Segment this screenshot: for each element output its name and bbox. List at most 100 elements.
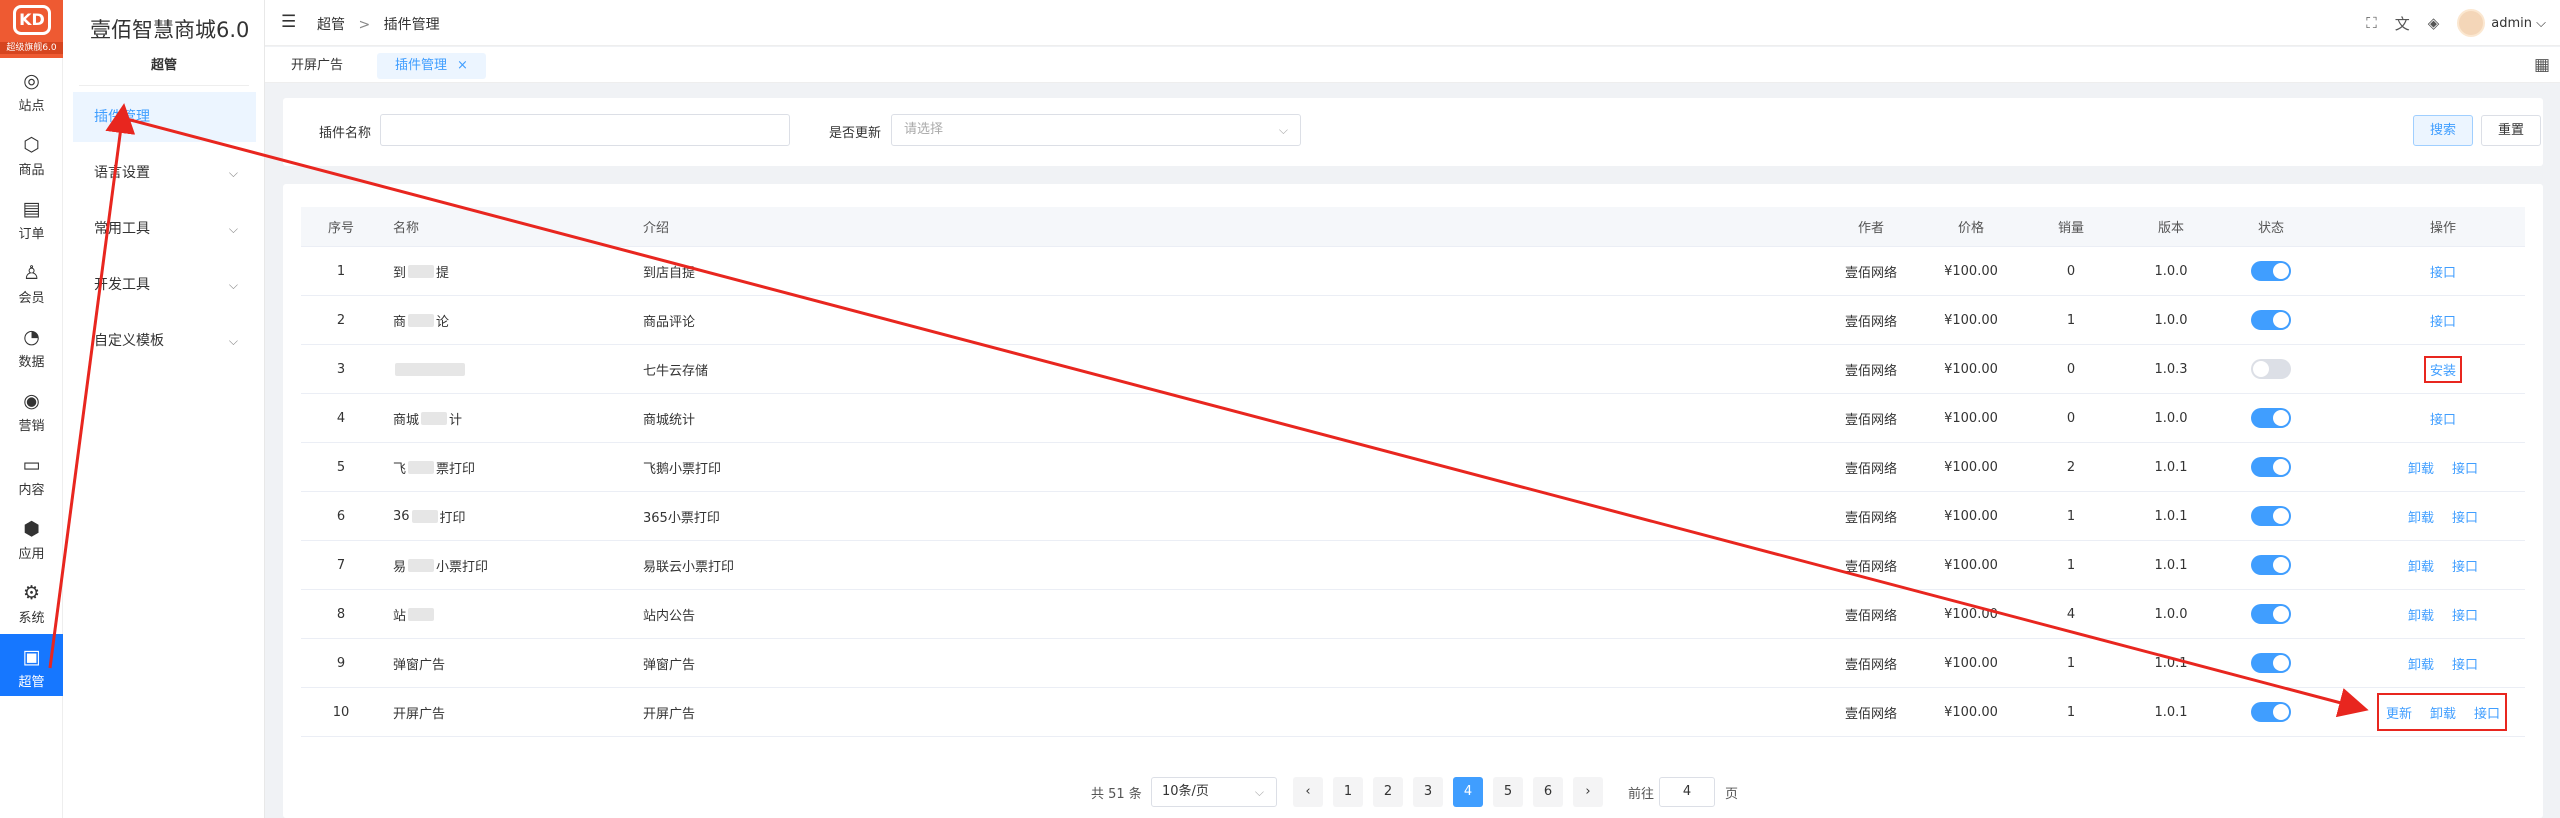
cell-status xyxy=(2221,541,2321,589)
op-link[interactable]: 卸载 xyxy=(2408,654,2434,673)
cube-icon: ⬢ xyxy=(23,518,40,540)
cell-name: 到提 xyxy=(393,247,643,295)
op-link[interactable]: 卸载 xyxy=(2408,458,2434,477)
op-link[interactable]: 卸载 xyxy=(2408,605,2434,624)
op-link[interactable]: 接口 xyxy=(2430,409,2456,428)
col-header-desc: 介绍 xyxy=(643,221,670,236)
rail-item[interactable]: ⬡ 商品 xyxy=(0,122,63,184)
table-row: 2 商论商品评论 壹佰网络 ¥100.00 1 1.0.0 接口 xyxy=(301,296,2525,345)
cell-name: 开屏广告 xyxy=(393,688,643,736)
rail-item[interactable]: ▤ 订单 xyxy=(0,186,63,248)
sidebar-item[interactable]: 插件管理 xyxy=(73,92,256,142)
cell-ops: 接口 xyxy=(2361,394,2525,442)
status-toggle[interactable] xyxy=(2251,653,2291,673)
prev-page-button[interactable]: ‹ xyxy=(1293,777,1323,807)
secondary-sidebar: 壹佰智慧商城6.0 超管 插件管理 语言设置 ⌵ 常用工具 ⌵ 开发工具 ⌵ 自定义模板 ⌵ xyxy=(63,0,265,818)
op-link[interactable]: 卸载 xyxy=(2408,556,2434,575)
status-toggle[interactable] xyxy=(2251,310,2291,330)
page-size-select[interactable]: 10条/页 ⌵ xyxy=(1151,777,1277,807)
breadcrumb-item[interactable]: 超管 xyxy=(317,17,345,33)
tab-bar: 开屏广告 插件管理 × ▦ xyxy=(265,47,2560,83)
rail-item[interactable]: ⚙ 系统 xyxy=(0,570,63,632)
cell-name: 36 打印 xyxy=(393,492,643,540)
op-link[interactable]: 接口 xyxy=(2452,654,2478,673)
fullscreen-icon[interactable]: ⛶ xyxy=(2366,14,2377,32)
page-button[interactable]: 5 xyxy=(1493,777,1523,807)
sidebar-item[interactable]: 语言设置 ⌵ xyxy=(73,148,256,198)
rail-item[interactable]: ◔ 数据 xyxy=(0,314,63,376)
name-text: 到 xyxy=(393,265,407,281)
cell-version: 1.0.1 xyxy=(2154,557,2188,573)
goto-page-input[interactable]: 4 xyxy=(1659,777,1715,807)
clear-cache-icon[interactable]: ◈ xyxy=(2428,14,2440,32)
page-button[interactable]: 3 xyxy=(1413,777,1443,807)
rail-item[interactable]: ▣ 超管 xyxy=(0,634,63,696)
icon-rail: KD 超级旗舰6.0 ◎ 站点 ⬡ 商品 ▤ 订单 ♙ 会员 ◔ 数据 ◉ 营销 ▭ 内容 ⬢ 应用 ⚙ 系统 ▣ 超… xyxy=(0,0,63,818)
status-toggle[interactable] xyxy=(2251,359,2291,379)
status-toggle[interactable] xyxy=(2251,261,2291,281)
cell-author: 壹佰网络 xyxy=(1844,510,1897,526)
op-link[interactable]: 接口 xyxy=(2452,458,2478,477)
rail-item[interactable]: ⬢ 应用 xyxy=(0,506,63,568)
cell-name: 站 xyxy=(393,590,643,638)
op-link[interactable]: 接口 xyxy=(2430,311,2456,330)
avatar[interactable] xyxy=(2457,9,2486,37)
translate-icon[interactable]: 文 xyxy=(2395,13,2410,34)
status-toggle[interactable] xyxy=(2251,457,2291,477)
next-page-button[interactable]: › xyxy=(1573,777,1603,807)
sidebar-item[interactable]: 开发工具 ⌵ xyxy=(73,260,256,310)
user-menu[interactable]: admin ⌵ xyxy=(2491,16,2546,31)
page-button[interactable]: 1 xyxy=(1333,777,1363,807)
rail-item[interactable]: ♙ 会员 xyxy=(0,250,63,312)
op-link[interactable]: 接口 xyxy=(2452,556,2478,575)
close-icon[interactable]: × xyxy=(457,58,468,73)
tab-plugin-management[interactable]: 插件管理 × xyxy=(377,53,486,79)
op-link[interactable]: 卸载 xyxy=(2408,507,2434,526)
rail-item[interactable]: ◎ 站点 xyxy=(0,58,63,120)
status-toggle[interactable] xyxy=(2251,555,2291,575)
cell-status xyxy=(2221,443,2321,491)
page-button[interactable]: 2 xyxy=(1373,777,1403,807)
cell-version: 1.0.1 xyxy=(2154,655,2188,671)
status-toggle[interactable] xyxy=(2251,702,2291,722)
plugin-name-input[interactable] xyxy=(380,114,790,146)
search-button[interactable]: 搜索 xyxy=(2413,115,2474,146)
cell-price: ¥100.00 xyxy=(1944,410,1998,426)
box-icon: ⬡ xyxy=(23,134,40,156)
plugin-table: 序号 名称 介绍 作者 价格 销量 版本 状态 操作 1 到提到店自提 壹佰网络 ¥1… xyxy=(301,207,2525,737)
goto-unit: 页 xyxy=(1725,787,1739,802)
page-button[interactable]: 6 xyxy=(1533,777,1563,807)
status-toggle[interactable] xyxy=(2251,506,2291,526)
grid-icon[interactable]: ▦ xyxy=(2534,55,2550,75)
status-toggle[interactable] xyxy=(2251,408,2291,428)
col-header-version: 版本 xyxy=(2157,221,2184,236)
cell-no: 9 xyxy=(336,655,346,671)
update-filter-select[interactable]: 请选择 ⌵ xyxy=(891,114,1301,146)
page-button[interactable]: 4 xyxy=(1453,777,1483,807)
briefcase-icon: ▣ xyxy=(22,646,41,668)
cell-name: 弹窗广告 xyxy=(393,639,643,687)
rail-item[interactable]: ◉ 营销 xyxy=(0,378,63,440)
menu-toggle-icon[interactable]: ☰ xyxy=(281,12,296,32)
rail-item[interactable]: ▭ 内容 xyxy=(0,442,63,504)
redacted-text xyxy=(411,509,438,523)
table-row: 4 商城 计 商城统计 壹佰网络 ¥100.00 0 1.0.0 接口 xyxy=(301,394,2525,443)
table-row: 6 36 打印 365小票打印 壹佰网络 ¥100.00 1 1.0.1 卸载 接口 xyxy=(301,492,2525,541)
folder-icon: ▭ xyxy=(22,454,41,476)
sidebar-item[interactable]: 自定义模板 ⌵ xyxy=(73,316,256,366)
op-link[interactable]: 接口 xyxy=(2430,262,2456,281)
op-link[interactable]: 接口 xyxy=(2452,507,2478,526)
rail-item-label: 商品 xyxy=(18,163,45,178)
tab-splash-ad[interactable]: 开屏广告 xyxy=(273,53,361,79)
reset-button[interactable]: 重置 xyxy=(2481,115,2542,146)
cell-no: 10 xyxy=(332,704,350,720)
redacted-text xyxy=(395,362,465,376)
app-logo[interactable]: KD 超级旗舰6.0 xyxy=(0,0,63,58)
cell-name: 商论 xyxy=(393,296,643,344)
name-text: 计 xyxy=(449,412,463,428)
user-name: admin xyxy=(2491,15,2532,31)
op-link[interactable]: 安装 xyxy=(2423,355,2462,383)
sidebar-item[interactable]: 常用工具 ⌵ xyxy=(73,204,256,254)
op-link[interactable]: 接口 xyxy=(2452,605,2478,624)
status-toggle[interactable] xyxy=(2251,604,2291,624)
